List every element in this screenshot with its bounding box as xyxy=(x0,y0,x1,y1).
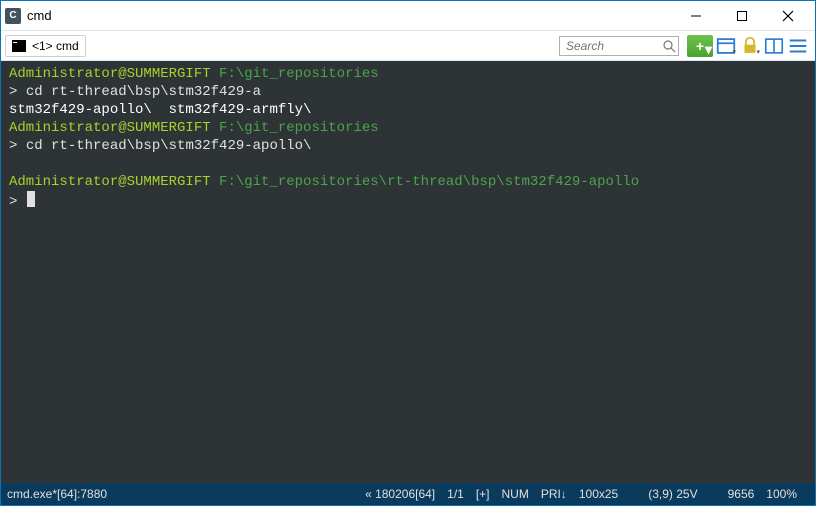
terminal-line: Administrator@SUMMERGIFT F:\git_reposito… xyxy=(9,65,807,83)
add-tab-button[interactable]: + ▾ xyxy=(687,35,713,57)
plus-icon: + xyxy=(696,39,704,53)
cursor xyxy=(27,191,35,207)
layout-icon xyxy=(763,35,785,57)
terminal-line: > cd rt-thread\bsp\stm32f429-apollo\ xyxy=(9,137,807,155)
status-num: NUM xyxy=(502,487,529,501)
status-pos: (3,9) 25V xyxy=(648,487,697,501)
terminal-line xyxy=(9,155,807,173)
status-size: 100x25 xyxy=(579,487,618,501)
status-pct: 100% xyxy=(766,487,797,501)
status-pri: PRI↓ xyxy=(541,487,567,501)
tab-label: <1> cmd xyxy=(32,39,79,53)
statusbar: cmd.exe*[64]:7880 « 180206[64] 1/1 [+] N… xyxy=(1,483,815,505)
close-button[interactable] xyxy=(765,1,811,31)
hamburger-icon xyxy=(787,35,809,57)
tabbar: <1> cmd + ▾ ▾ ▾ xyxy=(1,31,815,61)
search-icon xyxy=(662,39,676,53)
minimize-button[interactable] xyxy=(673,1,719,31)
status-plus: [+] xyxy=(476,487,490,501)
terminal-line: Administrator@SUMMERGIFT F:\git_reposito… xyxy=(9,173,807,191)
app-icon: C xyxy=(5,8,21,24)
maximize-button[interactable] xyxy=(719,1,765,31)
window-split-button[interactable]: ▾ xyxy=(715,35,737,57)
terminal[interactable]: Administrator@SUMMERGIFT F:\git_reposito… xyxy=(1,61,815,483)
terminal-line: > cd rt-thread\bsp\stm32f429-a xyxy=(9,83,807,101)
terminal-line: Administrator@SUMMERGIFT F:\git_reposito… xyxy=(9,119,807,137)
status-time: « 180206[64] xyxy=(365,487,435,501)
chevron-down-icon: ▾ xyxy=(756,48,760,56)
terminal-line: stm32f429-apollo\ stm32f429-armfly\ xyxy=(9,101,807,119)
lock-button[interactable]: ▾ xyxy=(739,35,761,57)
tab-cmd[interactable]: <1> cmd xyxy=(5,35,86,57)
search-wrap xyxy=(559,36,679,56)
titlebar: C cmd xyxy=(1,1,815,31)
terminal-line: > xyxy=(9,191,807,211)
menu-button[interactable] xyxy=(787,35,809,57)
layout-button[interactable] xyxy=(763,35,785,57)
status-frac: 1/1 xyxy=(447,487,464,501)
chevron-down-icon: ▾ xyxy=(732,48,736,56)
search-input[interactable] xyxy=(559,36,679,56)
chevron-down-icon: ▾ xyxy=(705,42,712,56)
terminal-icon xyxy=(12,40,26,52)
window-title: cmd xyxy=(27,8,673,23)
status-process: cmd.exe*[64]:7880 xyxy=(7,487,107,501)
status-mem: 9656 xyxy=(728,487,755,501)
